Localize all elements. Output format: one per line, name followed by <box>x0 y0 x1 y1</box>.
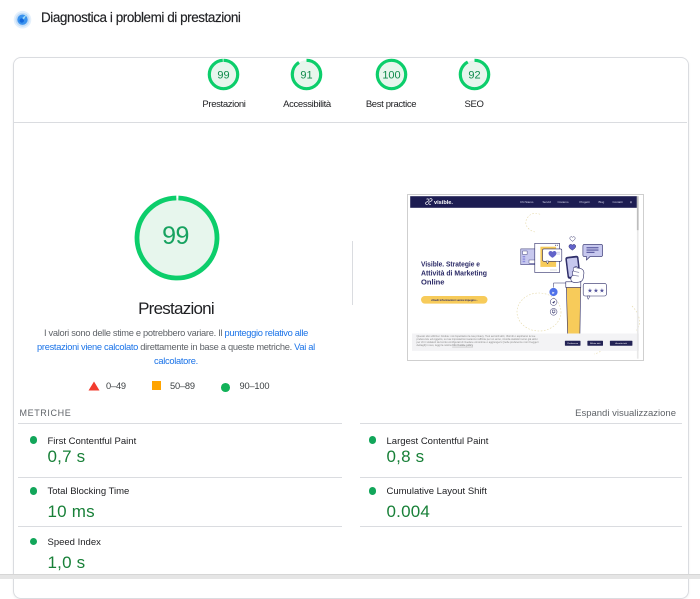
svg-text:✕: ✕ <box>630 200 633 204</box>
svg-text:Blog: Blog <box>599 200 605 204</box>
svg-text:Attività di Marketing: Attività di Marketing <box>421 270 487 277</box>
svg-text:100: 100 <box>382 69 400 81</box>
svg-text:Preferenze: Preferenze <box>567 342 578 345</box>
svg-text:visible.: visible. <box>434 200 453 206</box>
svg-text:Online: Online <box>421 279 445 286</box>
svg-text:Progetti: Progetti <box>580 200 590 204</box>
svg-text:92: 92 <box>468 69 480 81</box>
svg-text:Servizi: Servizi <box>543 200 552 204</box>
svg-text:Creiamo: Creiamo <box>558 200 569 204</box>
svg-text:dettagli] in suo, leggi la nos: dettagli] in suo, leggi la nostra Info C… <box>417 342 474 346</box>
svg-text:Visible. Strategie e: Visible. Strategie e <box>421 261 480 268</box>
svg-text:99: 99 <box>218 69 230 81</box>
svg-text:Rifiuta tutti: Rifiuta tutti <box>590 342 601 345</box>
svg-text:Chi Siamo: Chi Siamo <box>520 200 534 204</box>
svg-text:91: 91 <box>300 69 312 81</box>
svg-text:chiedi informazioni senza impe: chiedi informazioni senza impegno › <box>431 298 477 302</box>
svg-text:★: ★ <box>593 287 598 294</box>
svg-text:Accetta tutti: Accetta tutti <box>615 342 627 345</box>
svg-text:★: ★ <box>587 287 592 294</box>
svg-text:Contatti: Contatti <box>613 200 623 204</box>
svg-text:★: ★ <box>599 287 604 294</box>
